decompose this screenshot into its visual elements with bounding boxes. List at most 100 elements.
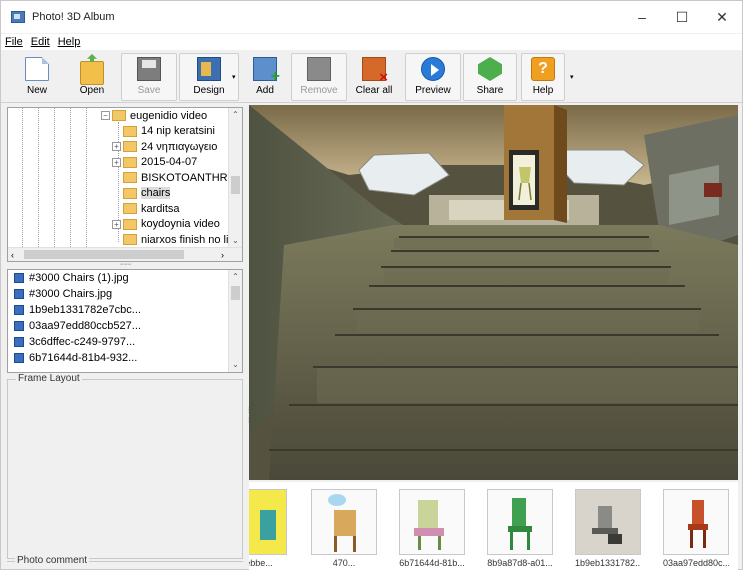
tree-node[interactable]: BISKOTOANTHROΠ <box>112 170 242 186</box>
folder-icon <box>123 156 137 168</box>
thumbnail-image <box>311 489 377 555</box>
open-button[interactable]: Open <box>67 53 117 101</box>
expand-icon[interactable]: + <box>112 142 121 152</box>
clear-all-button[interactable]: Clear all <box>351 53 397 101</box>
design-icon <box>197 57 221 81</box>
folder-icon <box>123 172 137 184</box>
file-list[interactable]: #3000 Chairs (1).jpg #3000 Chairs.jpg 1b… <box>7 269 243 373</box>
open-folder-icon <box>80 61 104 85</box>
preview-play-icon <box>421 57 445 81</box>
minimize-button[interactable]: – <box>622 1 662 33</box>
thumbnail-item[interactable]: 470... <box>311 489 377 569</box>
add-photo-icon <box>253 57 280 86</box>
photo-comment-panel: Photo comment <box>7 555 243 570</box>
thumbnail-item[interactable]: 6b71644d-81b... <box>399 489 465 569</box>
thumbnail-strip[interactable]: 5debbe... 470... 6b71644d-81b... <box>249 482 738 570</box>
folder-open-icon <box>112 110 126 122</box>
3d-scene-stairs <box>249 105 738 480</box>
file-list-scrollbar[interactable]: ⌃ ⌄ <box>228 270 242 372</box>
thumbnail-item[interactable]: 8b9a87d8-a01... <box>487 489 553 569</box>
tree-node[interactable]: + 24 νηπιαγωγειο <box>112 139 242 155</box>
tree-node-label: karditsa <box>141 202 180 215</box>
thumbnail-image <box>399 489 465 555</box>
scroll-up-icon[interactable]: ⌃ <box>229 270 242 284</box>
tree-horizontal-scrollbar[interactable]: ‹ › <box>8 247 242 261</box>
save-label: Save <box>137 85 161 96</box>
scroll-down-icon[interactable]: ⌄ <box>229 234 242 248</box>
tree-vertical-scrollbar[interactable]: ⌃ ⌄ <box>228 108 242 248</box>
list-item[interactable]: 3c6dffec-c249-9797... <box>8 334 242 350</box>
tree-node-selected[interactable]: chairs <box>112 186 242 202</box>
menu-bar: File Edit Help <box>1 34 742 50</box>
scroll-left-icon[interactable]: ‹ <box>11 250 14 260</box>
3d-album-viewer[interactable] <box>249 105 738 480</box>
app-window: Photo! 3D Album – ☐ ✕ File Edit Help New… <box>0 0 743 570</box>
tree-node-label: koydoynia video <box>141 218 220 231</box>
maximize-button[interactable]: ☐ <box>662 1 702 33</box>
add-button[interactable]: Add <box>245 53 285 101</box>
help-button[interactable]: ? Help <box>521 53 565 101</box>
design-button[interactable]: Design <box>179 53 239 101</box>
collapse-icon[interactable]: − <box>101 111 110 121</box>
tree-node[interactable]: + 2015-04-07 <box>112 155 242 171</box>
remove-label: Remove <box>300 85 338 96</box>
design-dropdown-icon[interactable]: ▾ <box>232 73 236 81</box>
share-icon <box>478 57 502 81</box>
folder-icon <box>123 187 137 199</box>
tree-node-label: chairs <box>141 187 171 200</box>
scroll-up-icon[interactable]: ⌃ <box>229 108 242 122</box>
folder-icon <box>123 203 137 215</box>
list-item[interactable]: 03aa97edd80ccb527... <box>8 318 242 334</box>
image-file-icon <box>14 305 24 315</box>
file-name: #3000 Chairs.jpg <box>29 288 113 300</box>
folder-icon <box>123 125 137 137</box>
tree-node-label: niarxos finish no lir <box>141 233 233 246</box>
help-dropdown-icon[interactable]: ▾ <box>570 73 574 81</box>
thumbnail-image <box>575 489 641 555</box>
save-button[interactable]: Save <box>121 53 177 101</box>
scroll-down-icon[interactable]: ⌄ <box>229 358 242 372</box>
tree-node[interactable]: niarxos finish no lir <box>112 232 242 248</box>
new-document-icon <box>25 57 49 81</box>
menu-file[interactable]: File <box>5 36 23 48</box>
share-button[interactable]: Share <box>463 53 517 101</box>
file-name: 03aa97edd80ccb527... <box>29 320 141 332</box>
photo-comment-title: Photo comment <box>15 555 90 566</box>
expand-icon[interactable]: + <box>112 219 121 229</box>
menu-help[interactable]: Help <box>58 36 81 48</box>
image-file-icon <box>14 273 24 283</box>
scroll-right-icon[interactable]: › <box>221 250 224 260</box>
title-bar: Photo! 3D Album – ☐ ✕ <box>1 1 742 33</box>
list-item[interactable]: #3000 Chairs (1).jpg <box>8 270 242 286</box>
folder-tree[interactable]: − eugenidio video 14 nip keratsini + 24 … <box>7 107 243 262</box>
thumbnail-item[interactable]: 5debbe... <box>249 489 287 569</box>
tree-node-label: 24 νηπιαγωγειο <box>141 140 218 153</box>
image-file-icon <box>14 321 24 331</box>
thumbnail-caption: 5debbe... <box>249 558 273 568</box>
preview-button[interactable]: Preview <box>405 53 461 101</box>
tree-node[interactable]: 14 nip keratsini <box>112 124 242 140</box>
help-label: Help <box>532 85 554 96</box>
new-button[interactable]: New <box>13 53 61 101</box>
tree-node-label: eugenidio video <box>130 109 208 122</box>
tree-node[interactable]: karditsa <box>112 201 242 217</box>
horizontal-splitter[interactable]: ········· <box>7 261 243 268</box>
list-item[interactable]: 6b71644d-81b4-932... <box>8 350 242 366</box>
menu-edit[interactable]: Edit <box>31 36 50 48</box>
folder-icon <box>123 234 137 246</box>
design-label: Design <box>193 85 225 96</box>
expand-icon[interactable]: + <box>112 157 121 167</box>
tree-node-root[interactable]: − eugenidio video <box>101 108 242 124</box>
thumbnail-item[interactable]: 1b9eb1331782... <box>575 489 641 569</box>
file-name: 1b9eb1331782e7cbc... <box>29 304 141 316</box>
window-title: Photo! 3D Album <box>32 11 115 23</box>
close-button[interactable]: ✕ <box>702 1 742 33</box>
remove-button[interactable]: Remove <box>291 53 347 101</box>
frame-layout-title: Frame Layout <box>16 373 82 384</box>
list-item[interactable]: 1b9eb1331782e7cbc... <box>8 302 242 318</box>
list-item[interactable]: #3000 Chairs.jpg <box>8 286 242 302</box>
thumbnail-image <box>663 489 729 555</box>
app-icon <box>11 11 25 23</box>
thumbnail-item[interactable]: 03aa97edd80c... <box>663 489 729 569</box>
tree-node[interactable]: + koydoynia video <box>112 217 242 233</box>
